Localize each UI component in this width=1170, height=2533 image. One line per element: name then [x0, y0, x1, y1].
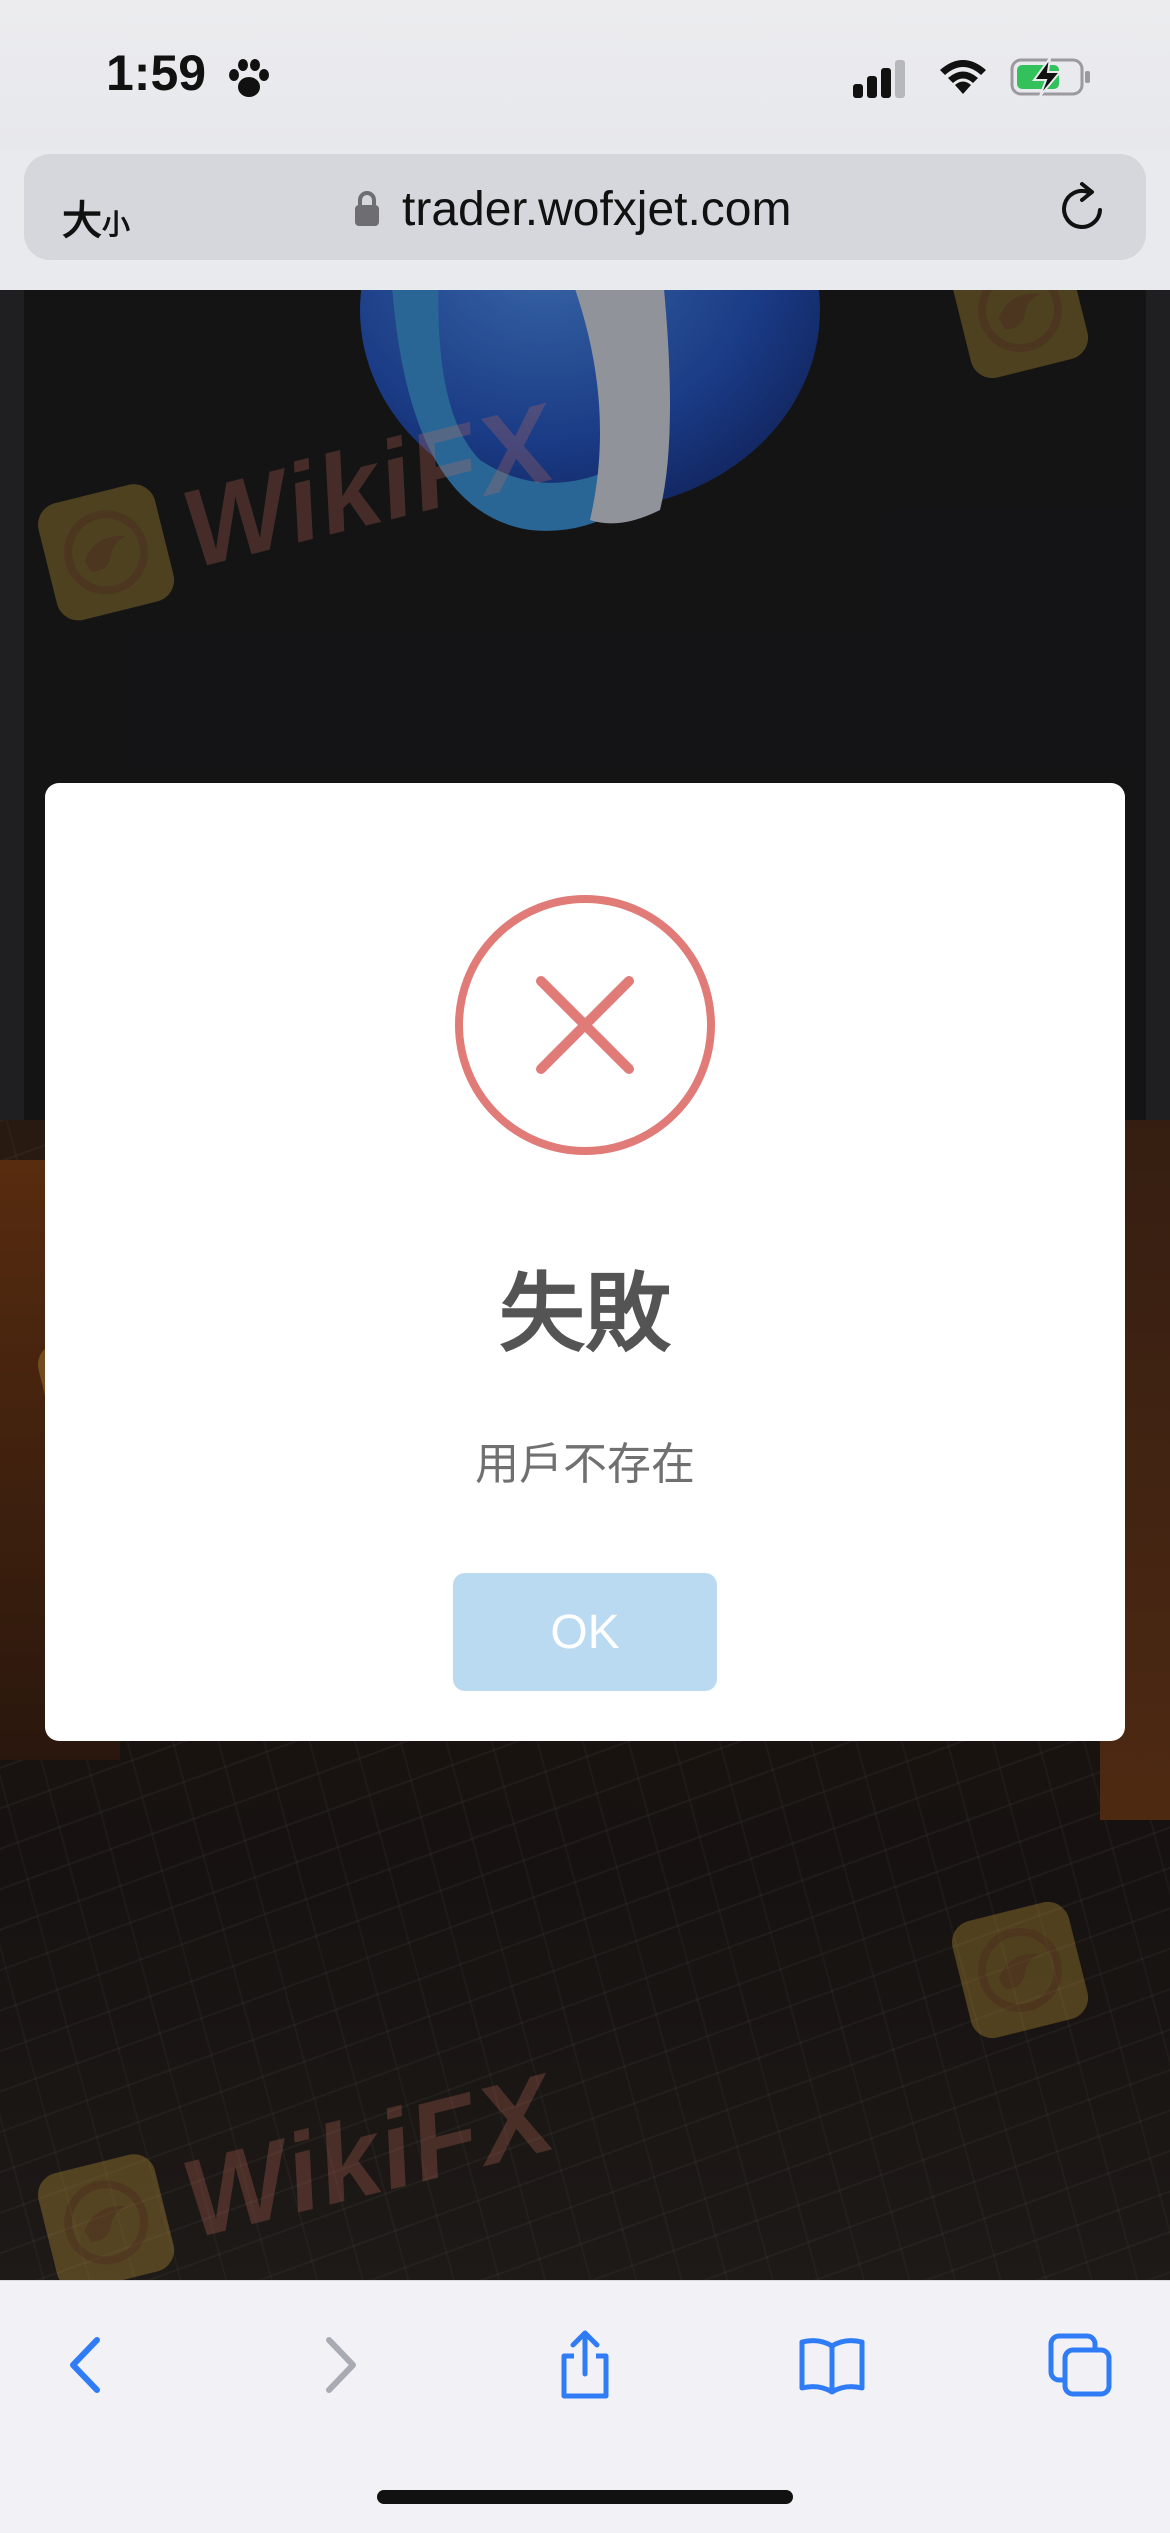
status-bar: 1:59 [0, 0, 1170, 150]
error-x-icon [455, 895, 715, 1155]
paw-icon [229, 59, 269, 97]
address-bar[interactable]: 大小 trader.wofxjet.com [24, 154, 1146, 260]
back-icon [70, 2337, 100, 2393]
lock-icon [355, 191, 379, 226]
home-indicator[interactable] [377, 2490, 793, 2504]
url-text: trader.wofxjet.com [402, 183, 792, 236]
tabs-button[interactable] [1040, 2325, 1120, 2405]
text-size-small-label: 小 [102, 209, 131, 240]
forward-button[interactable] [300, 2325, 380, 2405]
wifi-icon [940, 60, 986, 94]
battery-charging-icon [1010, 57, 1090, 97]
bookmarks-icon [799, 2338, 865, 2395]
dialog-message: 用戶不存在 [475, 1440, 695, 1489]
status-time: 1:59 [106, 45, 207, 101]
reload-icon[interactable] [1054, 180, 1110, 236]
back-button[interactable] [46, 2325, 126, 2405]
browser-chrome: 大小 trader.wofxjet.com [0, 150, 1170, 290]
tabs-icon [1048, 2333, 1112, 2397]
forward-icon [326, 2337, 356, 2393]
text-size-button[interactable]: 大小 [62, 188, 130, 246]
error-dialog: 失敗 用戶不存在 OK [45, 783, 1125, 1741]
share-button[interactable] [545, 2325, 625, 2405]
bookmarks-button[interactable] [792, 2325, 872, 2405]
ok-button[interactable]: OK [453, 1573, 717, 1691]
dialog-title: 失敗 [499, 1266, 671, 1362]
share-icon [561, 2330, 609, 2399]
text-size-large-label: 大 [62, 199, 102, 243]
cellular-signal-icon [853, 60, 905, 98]
